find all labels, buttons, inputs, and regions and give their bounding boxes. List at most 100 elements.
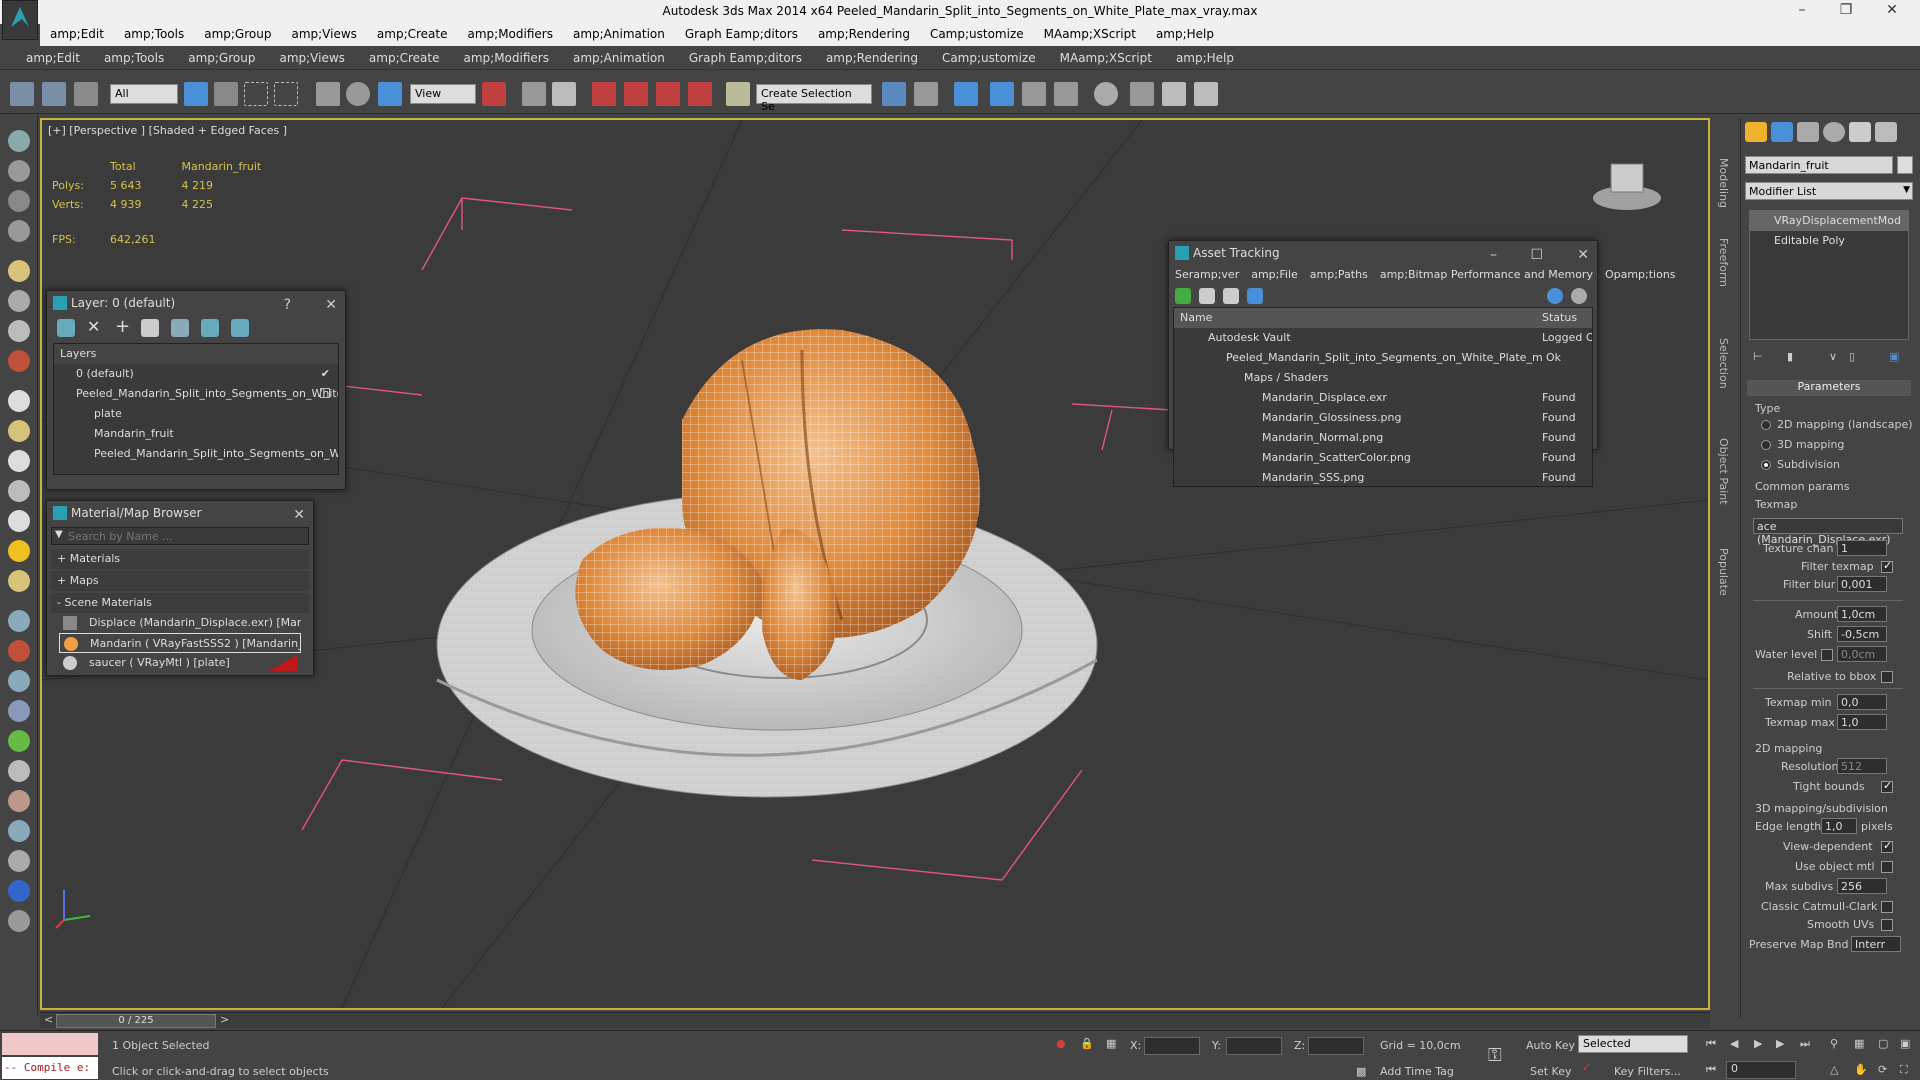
material-item[interactable]: saucer ( VRayMtl ) [plate] [59,653,301,673]
texmap-max-spinner[interactable]: 1,0 [1837,714,1887,730]
hide-all-icon[interactable] [201,319,219,337]
asset-row[interactable]: Mandarin_Glossiness.png Found [1174,408,1592,428]
create-tab-icon[interactable] [1745,122,1767,142]
menu-rendering[interactable]: amp;Rendering [808,24,920,44]
asset-row[interactable]: Autodesk VaultLogged Out ... [1174,328,1592,348]
scene-materials-group[interactable]: - Scene Materials [51,593,309,613]
highlight-layer-icon[interactable] [171,319,189,337]
isolate-icon[interactable]: ● [1056,1037,1066,1050]
status-column-header[interactable]: Status [1542,308,1577,328]
set-key-icon[interactable]: ⚿ [1488,1045,1502,1066]
spinner-snap-icon[interactable] [688,82,712,106]
view-dependent-checkbox[interactable] [1881,839,1893,853]
water-level-spinner[interactable]: 0,0cm [1837,646,1887,662]
asset-row[interactable]: Mandarin_ScatterColor.png Found [1174,448,1592,468]
sphere-icon[interactable] [8,450,30,472]
use-object-mtl-checkbox[interactable] [1881,861,1893,873]
current-frame-field[interactable]: 0 [1726,1061,1796,1079]
y-coordinate-field[interactable] [1226,1037,1282,1055]
menu-create[interactable]: amp;Create [367,24,458,44]
layer-object-row[interactable]: Peeled_Mandarin_Split_into_Segments_on_W… [54,444,338,464]
make-unique-icon[interactable]: ∨ [1829,350,1837,363]
texmap-button[interactable]: ace (Mandarin_Displace.exr) [1753,518,1903,546]
remove-modifier-icon[interactable]: ▯ [1849,350,1855,363]
tab-populate[interactable]: Populate [1717,548,1730,596]
prev-frame-icon[interactable]: < [44,1013,53,1026]
light-icon[interactable] [8,260,30,282]
configure-sets-icon[interactable]: ▣ [1889,350,1899,363]
menu-group[interactable]: amp;Group [176,46,267,70]
unlink-icon[interactable] [42,82,66,106]
type-3d-radio[interactable] [1761,440,1771,450]
pin-stack-icon[interactable]: ⊢ [1753,350,1763,363]
next-frame-button-icon[interactable]: ▶ [1776,1037,1784,1050]
hierarchy-tab-icon[interactable] [1797,122,1819,142]
display-tab-icon[interactable] [1849,122,1871,142]
delete-layer-icon[interactable]: ✕ [87,317,100,336]
key-filters-button[interactable]: Key Filters... [1614,1065,1681,1078]
menu-edit[interactable]: amp;Edit [40,24,114,44]
smooth-uvs-checkbox[interactable] [1881,919,1893,931]
physical-camera-icon[interactable] [8,670,30,692]
select-by-name-icon[interactable] [214,82,238,106]
hair-icon[interactable] [8,760,30,782]
menu-bitmap-performance[interactable]: amp;Bitmap Performance and Memory [1380,268,1593,281]
object-name-field[interactable]: Mandarin_fruit [1745,156,1893,174]
helper-icon[interactable] [8,320,30,342]
object-color-swatch[interactable] [1897,156,1913,174]
type-2d-radio[interactable] [1761,420,1771,430]
menu-graph-editors[interactable]: Graph Eamp;ditors [675,24,808,44]
zoom-all-icon[interactable]: ▦ [1854,1037,1864,1050]
preserve-map-bnd-dropdown[interactable]: Interr [1851,936,1901,952]
menu-tools[interactable]: amp;Tools [114,24,194,44]
utilities-tab-icon[interactable] [1875,122,1897,142]
camera-icon[interactable] [8,290,30,312]
select-object-icon[interactable] [184,82,208,106]
align-icon[interactable] [914,82,938,106]
layer-object-row[interactable]: Mandarin_fruit [54,424,338,444]
percent-snap-icon[interactable] [656,82,680,106]
dome-icon[interactable] [8,420,30,442]
proxy-icon[interactable] [8,640,30,662]
relative-bbox-checkbox[interactable] [1881,671,1893,683]
lock-selection-icon[interactable]: 🔒 [1080,1037,1094,1050]
time-slider-track[interactable]: < 0 / 225 > [40,1012,1710,1028]
new-layer-icon[interactable] [57,319,75,337]
asset-row[interactable]: Mandarin_Displace.exr Found [1174,388,1592,408]
tab-object-paint[interactable]: Object Paint [1717,438,1730,505]
add-time-tag-button[interactable]: Add Time Tag [1380,1065,1454,1078]
minimize-button[interactable]: – [1782,2,1822,22]
menu-rendering[interactable]: amp;Rendering [814,46,930,70]
move-icon[interactable] [316,82,340,106]
list-view-icon[interactable] [1199,288,1215,304]
texmap-min-spinner[interactable]: 0,0 [1837,694,1887,710]
menu-help[interactable]: amp;Help [1164,46,1246,70]
materials-group[interactable]: + Materials [51,549,309,569]
asset-tracking-close-button[interactable]: ✕ [1577,243,1589,267]
particle-icon[interactable] [8,350,30,372]
field-of-view-icon[interactable]: △ [1830,1063,1838,1076]
default-in-out-tangents-icon[interactable]: ✓ [1582,1061,1591,1074]
script-icon[interactable] [8,850,30,872]
layer-manager-icon[interactable] [954,82,978,106]
layer-row[interactable]: Peeled_Mandarin_Split_into_Segments_on_W… [54,384,338,404]
grass-icon[interactable] [8,730,30,752]
menu-file[interactable]: amp;File [1251,268,1298,281]
texture-chan-spinner[interactable]: 1 [1837,540,1887,556]
link-icon[interactable] [10,82,34,106]
parameters-rollout-header[interactable]: Parameters [1747,380,1911,396]
teapot-icon[interactable] [8,130,30,152]
reference-coordinate-dropdown[interactable]: View [410,84,476,104]
pivot-center-icon[interactable] [482,82,506,106]
material-browser-title[interactable]: Material/Map Browser ✕ [47,501,313,525]
tight-bounds-checkbox[interactable] [1881,779,1893,793]
maxscript-output[interactable]: -- Compile e: [2,1057,98,1079]
asset-tracking-title[interactable]: Asset Tracking – ☐ ✕ [1169,241,1597,265]
help-icon[interactable] [1547,288,1563,304]
active-layer-check-icon[interactable]: ✔ [321,364,330,384]
app-logo-icon[interactable] [2,0,38,40]
menu-server[interactable]: Seramp;ver [1175,268,1239,281]
layer-help-button[interactable]: ? [284,293,291,317]
zoom-extents-all-icon[interactable]: ▣ [1900,1037,1910,1050]
menu-animation[interactable]: amp;Animation [563,24,675,44]
